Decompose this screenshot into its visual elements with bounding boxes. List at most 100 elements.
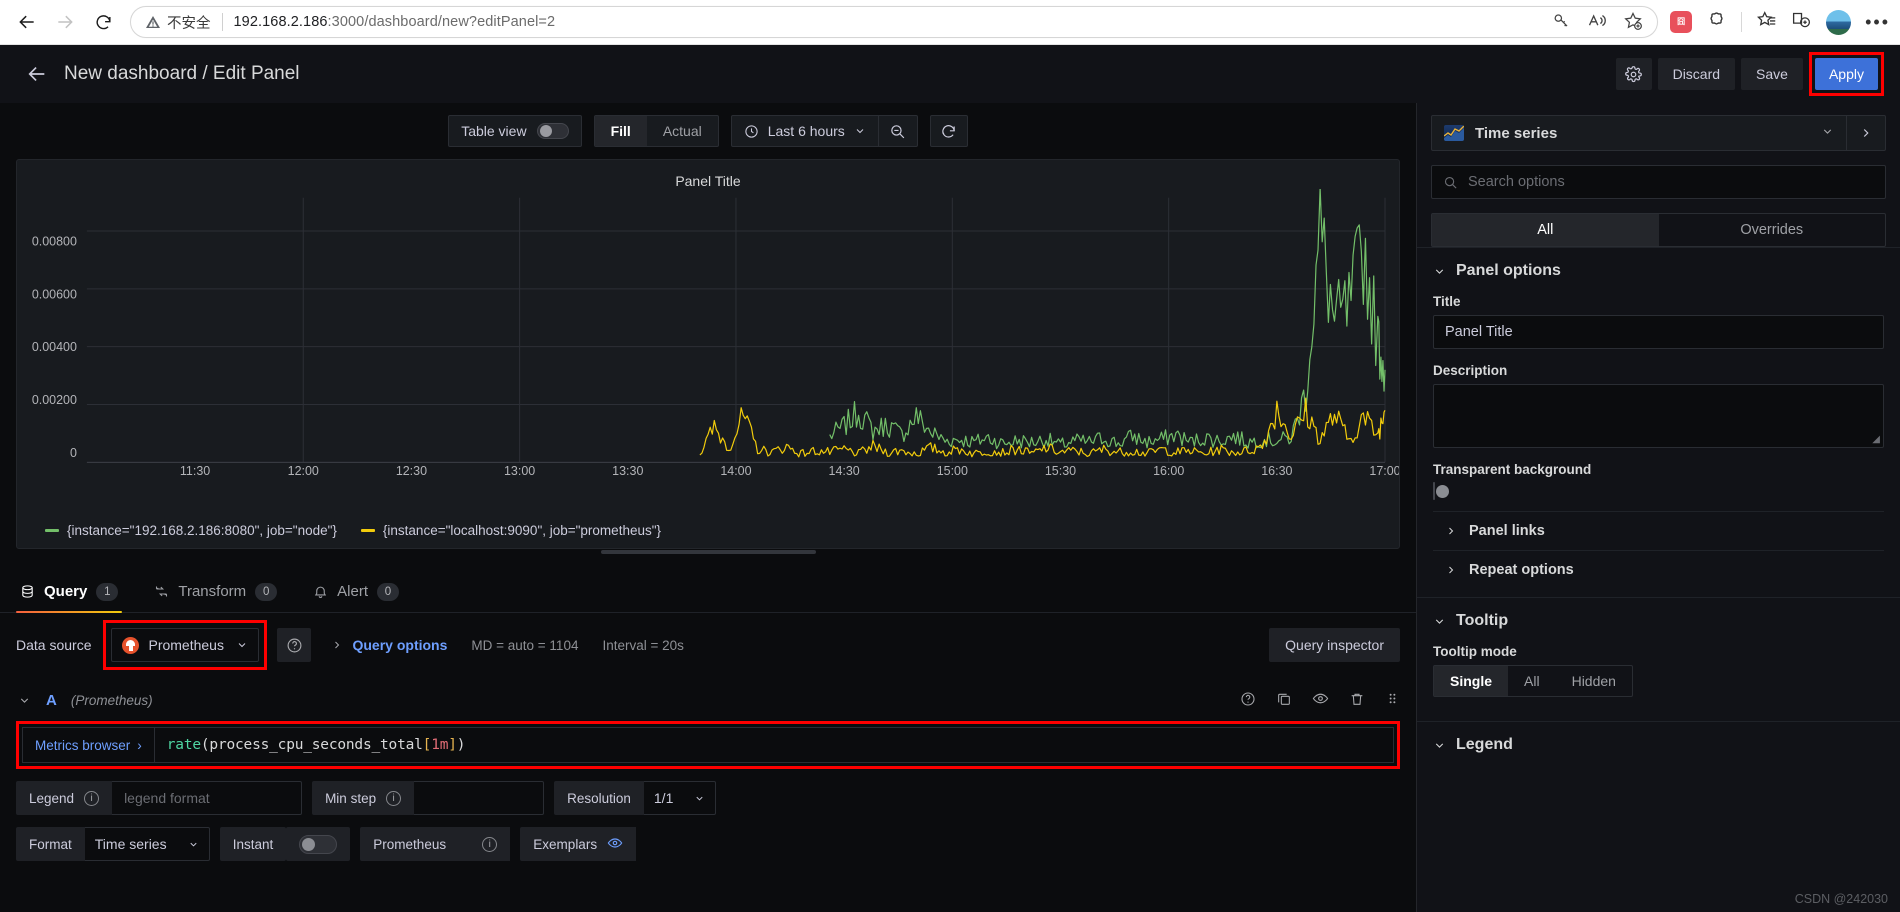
resolution-select[interactable]: 1/1: [643, 781, 716, 815]
browser-reload-button[interactable]: [86, 5, 120, 39]
legend-item[interactable]: {instance="localhost:9090", job="prometh…: [360, 523, 662, 538]
table-view-toggle[interactable]: Table view: [448, 115, 582, 147]
time-series-icon: [1444, 125, 1464, 141]
read-aloud-icon[interactable]: [1587, 11, 1607, 34]
info-icon[interactable]: i: [386, 790, 402, 806]
visualization-picker[interactable]: Time series: [1431, 115, 1886, 151]
actual-option[interactable]: Actual: [647, 116, 718, 146]
repeat-options-row[interactable]: Repeat options: [1433, 550, 1884, 589]
options-scroll-container[interactable]: Panel options Title Panel Title Descript…: [1417, 247, 1900, 912]
visualization-toolbar: Table view Fill Actual Last 6 hours: [0, 103, 1416, 159]
info-icon[interactable]: i: [482, 836, 498, 852]
address-bar[interactable]: 不安全 192.168.2.186:3000/dashboard/new?edi…: [130, 6, 1659, 38]
info-icon[interactable]: i: [84, 790, 100, 806]
chevron-down-icon: [856, 129, 864, 134]
viz-picker-label-group[interactable]: Time series: [1432, 125, 1809, 142]
expr-metric: process_cpu_seconds_total: [209, 737, 423, 753]
instant-switch[interactable]: [299, 834, 338, 854]
tab-overrides[interactable]: Overrides: [1659, 214, 1886, 246]
tooltip-mode-single[interactable]: Single: [1434, 666, 1509, 696]
viz-picker-chevron[interactable]: [1809, 125, 1846, 141]
chart-area[interactable]: 0.00800 0.00600 0.00400 0.00200 0 11:30 12:00 1…: [17, 189, 1399, 517]
add-favorite-icon[interactable]: [1623, 11, 1643, 34]
key-icon[interactable]: [1552, 11, 1571, 33]
save-button[interactable]: Save: [1741, 58, 1803, 90]
drag-handle-icon[interactable]: [1385, 691, 1400, 709]
extension-icon[interactable]: 囧: [1670, 11, 1693, 33]
panel-back-button[interactable]: [20, 57, 54, 91]
query-help-icon[interactable]: [1240, 691, 1256, 710]
tab-alert-label: Alert: [337, 583, 368, 600]
tab-query[interactable]: Query 1: [16, 571, 123, 613]
instant-label-text: Instant: [232, 836, 274, 852]
duplicate-icon[interactable]: [1276, 691, 1292, 710]
format-label-text: Format: [29, 836, 72, 852]
legend-label: {instance="localhost:9090", job="prometh…: [382, 523, 662, 538]
query-ref-id[interactable]: A: [46, 692, 57, 709]
query-options-toggle[interactable]: Query options: [331, 637, 447, 653]
instant-toggle-cell[interactable]: [286, 827, 351, 861]
profile-avatar[interactable]: [1826, 9, 1852, 35]
tooltip-mode-label: Tooltip mode: [1433, 644, 1517, 659]
eye-icon[interactable]: [607, 835, 623, 854]
format-select[interactable]: Time series: [84, 827, 210, 861]
legend-item[interactable]: {instance="192.168.2.186:8080", job="nod…: [45, 523, 337, 538]
split-screen-icon[interactable]: [1791, 10, 1812, 34]
refresh-button[interactable]: [929, 115, 968, 147]
tab-query-label: Query: [44, 583, 88, 600]
min-step-input[interactable]: [414, 781, 545, 815]
panel-edit-column: Table view Fill Actual Last 6 hours Pane…: [0, 103, 1416, 912]
time-range-picker[interactable]: Last 6 hours: [732, 116, 878, 146]
format-instant-exemplars-row: Format Time series Instant Prometheus i …: [16, 827, 1400, 861]
resize-grip-icon[interactable]: ◢: [1872, 434, 1880, 445]
query-expression-input[interactable]: rate(process_cpu_seconds_total[1m]): [155, 728, 1393, 762]
favorites-icon[interactable]: [1756, 10, 1777, 34]
transparent-background-switch[interactable]: [1433, 482, 1449, 500]
options-filter-tabs: All Overrides: [1431, 213, 1886, 247]
more-settings-icon[interactable]: •••: [1865, 13, 1890, 31]
transparent-background-label: Transparent background: [1433, 462, 1592, 477]
panel-links-row[interactable]: Panel links: [1433, 511, 1884, 550]
tab-alert[interactable]: Alert 0: [309, 571, 403, 612]
svg-text:0.00800: 0.00800: [32, 235, 77, 249]
fill-actual-segment: Fill Actual: [593, 115, 719, 147]
expr-duration: 1m: [431, 737, 449, 753]
browser-forward-button[interactable]: [48, 5, 82, 39]
panel-horizontal-scrollbar[interactable]: [17, 550, 1399, 554]
exemplar-source-label: Prometheus: [373, 836, 447, 852]
metrics-browser-button[interactable]: Metrics browser ›: [23, 728, 155, 762]
exemplars-field[interactable]: Exemplars: [520, 827, 637, 861]
fill-option[interactable]: Fill: [594, 116, 647, 146]
browser-back-button[interactable]: [10, 5, 44, 39]
viz-picker-expand[interactable]: [1847, 126, 1885, 140]
tooltip-mode-hidden[interactable]: Hidden: [1556, 666, 1632, 696]
tooltip-header[interactable]: Tooltip: [1433, 612, 1884, 630]
legend-section-header[interactable]: Legend: [1433, 736, 1884, 754]
table-view-switch[interactable]: [536, 123, 569, 139]
tooltip-mode-all[interactable]: All: [1508, 666, 1556, 696]
trash-icon[interactable]: [1349, 691, 1365, 710]
datasource-select[interactable]: Prometheus: [111, 628, 260, 662]
eye-icon[interactable]: [1312, 690, 1329, 710]
datasource-help-button[interactable]: [277, 628, 312, 662]
exemplar-source-field: Prometheus i: [360, 827, 511, 861]
panel-settings-button[interactable]: [1615, 58, 1652, 90]
collections-icon[interactable]: [1706, 10, 1727, 34]
query-inspector-button[interactable]: Query inspector: [1269, 628, 1400, 662]
legend-format-input[interactable]: legend format: [112, 781, 303, 815]
discard-button[interactable]: Discard: [1657, 58, 1736, 90]
tab-transform[interactable]: Transform 0: [150, 571, 281, 612]
tab-all-options[interactable]: All: [1432, 214, 1659, 246]
apply-button[interactable]: Apply: [1814, 58, 1878, 90]
panel-description-textarea[interactable]: ◢: [1433, 384, 1884, 448]
svg-text:16:30: 16:30: [1261, 464, 1292, 478]
expr-bracket-close: ]: [448, 737, 457, 753]
zoom-out-button[interactable]: [879, 115, 917, 147]
search-options-box[interactable]: Search options: [1431, 165, 1886, 199]
security-warning[interactable]: 不安全: [145, 12, 211, 33]
panel-title-input[interactable]: Panel Title: [1433, 315, 1884, 349]
help-circle-icon: [1241, 691, 1255, 706]
panel-options-header[interactable]: Panel options: [1433, 262, 1884, 280]
query-collapse-toggle[interactable]: [16, 694, 32, 707]
chevron-down-icon: [1435, 268, 1444, 274]
